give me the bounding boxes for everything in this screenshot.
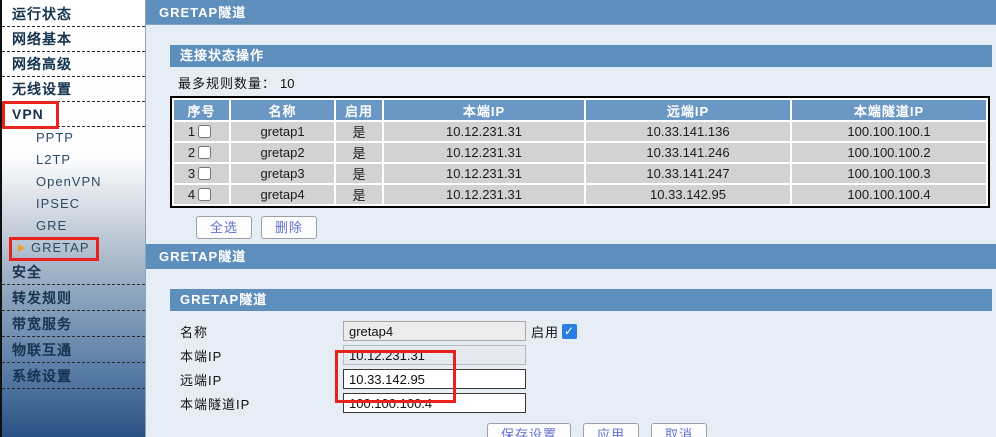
sidebar-item-system[interactable]: 系统设置 — [2, 363, 145, 389]
app-window: 运行状态 网络基本 网络高级 无线设置 VPN PPTP L2TP OpenVP… — [0, 0, 996, 437]
table-row: 4 gretap4 是 10.12.231.31 10.33.142.95 10… — [174, 185, 986, 204]
cancel-button[interactable]: 取消 — [651, 423, 707, 437]
sidebar-item-security[interactable]: 安全 — [2, 259, 145, 285]
table-header-row: 序号 名称 启用 本端IP 远端IP 本端隧道IP — [174, 100, 986, 120]
enable-wrap: 启用 — [531, 322, 577, 341]
row-checkbox[interactable] — [198, 146, 211, 159]
form-actions: 保存设置 应用 取消 — [487, 423, 992, 437]
sidebar-item-forward-rules[interactable]: 转发规则 — [2, 285, 145, 311]
seq-cell: 2 — [174, 143, 229, 162]
row-checkbox[interactable] — [198, 167, 211, 180]
table-row: 2 gretap2 是 10.12.231.31 10.33.141.246 1… — [174, 143, 986, 162]
remote-ip-field[interactable] — [343, 369, 526, 389]
table-row: 1 gretap1 是 10.12.231.31 10.33.141.136 1… — [174, 122, 986, 141]
form-row-tunnel-ip: 本端隧道IP — [170, 392, 992, 414]
sidebar-subitem-ipsec[interactable]: IPSEC — [2, 193, 145, 215]
sidebar-subitem-openvpn[interactable]: OpenVPN — [2, 171, 145, 193]
remote-ip-label: 远端IP — [180, 370, 343, 389]
name-cell: gretap1 — [231, 122, 334, 141]
row-number: 1 — [188, 124, 195, 139]
max-rules-label: 最多规则数量： — [178, 76, 276, 91]
sidebar-subitem-gre[interactable]: GRE — [2, 215, 145, 237]
sidebar-subitem-l2tp[interactable]: L2TP — [2, 149, 145, 171]
sidebar-item-wireless[interactable]: 无线设置 — [2, 77, 145, 102]
col-remote-ip: 远端IP — [586, 100, 790, 120]
remote-ip-cell: 10.33.141.247 — [586, 164, 790, 183]
sidebar-item-iot[interactable]: 物联互通 — [2, 337, 145, 363]
col-name: 名称 — [231, 100, 334, 120]
enable-checkbox[interactable] — [562, 324, 577, 339]
enabled-cell: 是 — [336, 185, 382, 204]
col-enabled: 启用 — [336, 100, 382, 120]
sidebar-item-running-status[interactable]: 运行状态 — [2, 2, 145, 27]
row-checkbox[interactable] — [198, 125, 211, 138]
tunnel-table: 序号 名称 启用 本端IP 远端IP 本端隧道IP 1 gretap1 是 10… — [170, 96, 990, 208]
table-row: 3 gretap3 是 10.12.231.31 10.33.141.247 1… — [174, 164, 986, 183]
sidebar-item-network-basic[interactable]: 网络基本 — [2, 27, 145, 52]
main-content: GRETAP隧道 连接状态操作 最多规则数量： 10 序号 名称 启用 本端IP — [146, 0, 996, 437]
remote-ip-cell: 10.33.141.246 — [586, 143, 790, 162]
table-actions: 全选 删除 — [196, 216, 992, 239]
form-row-remote-ip: 远端IP — [170, 368, 992, 390]
gretap-form: 名称 启用 本端IP 远端IP 本端隧道IP — [170, 320, 992, 437]
enable-label: 启用 — [531, 322, 559, 341]
col-tunnel-ip: 本端隧道IP — [792, 100, 986, 120]
select-all-button[interactable]: 全选 — [196, 216, 252, 239]
save-settings-button[interactable]: 保存设置 — [487, 423, 571, 437]
tunnel-ip-label: 本端隧道IP — [180, 394, 343, 413]
form-panel: GRETAP隧道 名称 启用 本端IP 远端IP — [146, 269, 996, 437]
sidebar-item-vpn[interactable]: VPN — [2, 102, 145, 127]
tunnel-ip-cell: 100.100.100.1 — [792, 122, 986, 141]
page-title: GRETAP隧道 — [146, 0, 996, 25]
enabled-cell: 是 — [336, 122, 382, 141]
apply-button[interactable]: 应用 — [583, 423, 639, 437]
connection-status-header: 连接状态操作 — [170, 45, 992, 67]
sidebar-subitem-gretap-label: GRETAP — [31, 237, 90, 259]
remote-ip-cell: 10.33.142.95 — [586, 185, 790, 204]
tunnel-ip-field[interactable] — [343, 393, 526, 413]
max-rules-line: 最多规则数量： 10 — [178, 73, 992, 92]
form-row-local-ip: 本端IP — [170, 344, 992, 366]
seq-cell: 1 — [174, 122, 229, 141]
local-ip-cell: 10.12.231.31 — [384, 164, 584, 183]
local-ip-cell: 10.12.231.31 — [384, 143, 584, 162]
col-seq: 序号 — [174, 100, 229, 120]
local-ip-label: 本端IP — [180, 346, 343, 365]
local-ip-cell: 10.12.231.31 — [384, 185, 584, 204]
name-label: 名称 — [180, 322, 343, 341]
delete-button[interactable]: 删除 — [261, 216, 317, 239]
sidebar-item-network-advanced[interactable]: 网络高级 — [2, 52, 145, 77]
gretap-tunnel-bar: GRETAP隧道 — [146, 244, 996, 269]
name-field[interactable] — [343, 321, 526, 341]
name-cell: gretap3 — [231, 164, 334, 183]
max-rules-value: 10 — [280, 76, 294, 91]
col-local-ip: 本端IP — [384, 100, 584, 120]
row-number: 2 — [188, 145, 195, 160]
seq-cell: 4 — [174, 185, 229, 204]
row-checkbox[interactable] — [198, 188, 211, 201]
active-item-arrow-icon — [18, 244, 25, 252]
enabled-cell: 是 — [336, 164, 382, 183]
local-ip-field[interactable] — [343, 345, 526, 365]
sidebar-subitem-gretap[interactable]: GRETAP — [2, 237, 145, 259]
form-row-name: 名称 启用 — [170, 320, 992, 342]
tunnel-ip-cell: 100.100.100.3 — [792, 164, 986, 183]
tunnel-ip-cell: 100.100.100.4 — [792, 185, 986, 204]
name-cell: gretap4 — [231, 185, 334, 204]
gretap-form-header: GRETAP隧道 — [170, 289, 992, 311]
sidebar-item-bandwidth[interactable]: 带宽服务 — [2, 311, 145, 337]
sidebar: 运行状态 网络基本 网络高级 无线设置 VPN PPTP L2TP OpenVP… — [0, 0, 146, 437]
row-number: 4 — [188, 187, 195, 202]
sidebar-subitem-pptp[interactable]: PPTP — [2, 127, 145, 149]
row-number: 3 — [188, 166, 195, 181]
local-ip-cell: 10.12.231.31 — [384, 122, 584, 141]
seq-cell: 3 — [174, 164, 229, 183]
status-panel: 连接状态操作 最多规则数量：10 序号 名称 启用 本端IP 远端IP 本端 — [146, 25, 996, 239]
tunnel-ip-cell: 100.100.100.2 — [792, 143, 986, 162]
remote-ip-cell: 10.33.141.136 — [586, 122, 790, 141]
name-cell: gretap2 — [231, 143, 334, 162]
enabled-cell: 是 — [336, 143, 382, 162]
